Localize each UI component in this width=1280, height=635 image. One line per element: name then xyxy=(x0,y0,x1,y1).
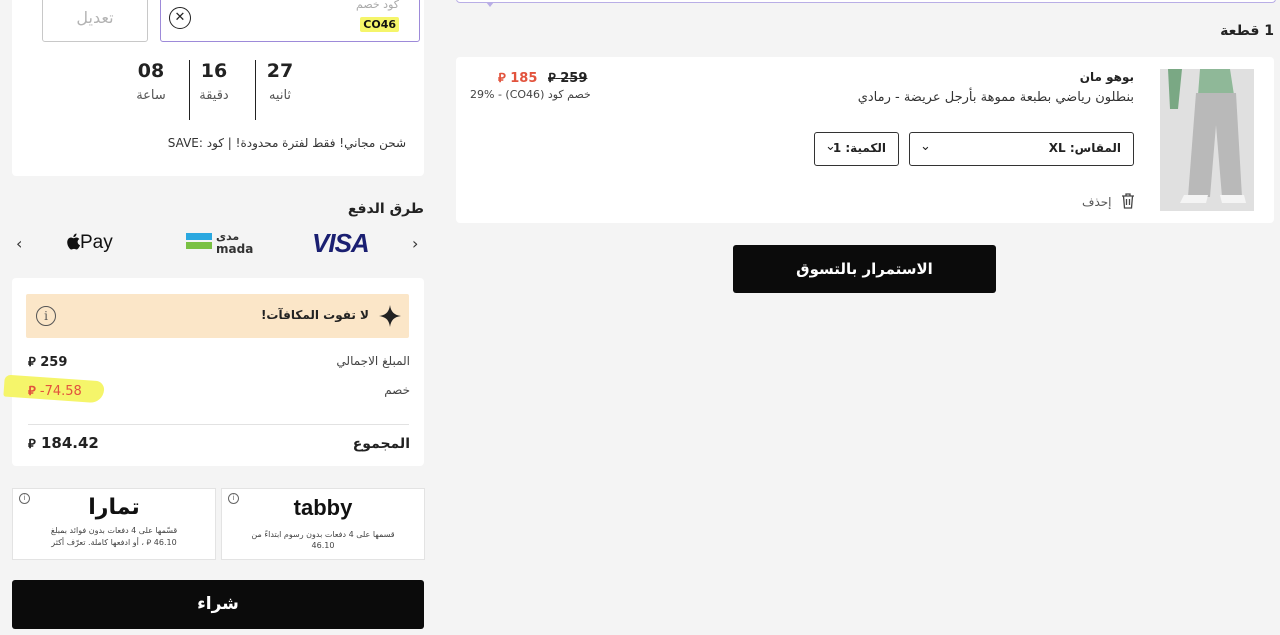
coupon-input[interactable]: كود خصم CO46 ✕ xyxy=(160,0,420,42)
timer-seconds-value: 27 xyxy=(266,60,294,82)
timer-seconds-unit: ثانيه xyxy=(268,88,292,103)
tabby-desc-line2: 46.10 xyxy=(311,541,335,550)
tamara-box[interactable]: i تمارا قسّمها على 4 دفعات بدون فوائد بم… xyxy=(12,488,216,560)
timer-seconds: 27 ثانيه xyxy=(250,60,310,103)
currency-icon: ⃁ xyxy=(498,71,506,86)
chevron-down-icon: ⌄ xyxy=(825,139,836,154)
product-image[interactable] xyxy=(1160,69,1254,211)
coupon-label: كود خصم xyxy=(356,0,399,11)
product-name[interactable]: بنطلون رياضي بطبعة مموهة بأرجل عريضة - ر… xyxy=(858,90,1134,105)
original-price-amount: 259 xyxy=(560,71,588,86)
order-summary-card: لا تفوت المكافآت! i المبلغ الاجمالي ⃁ 25… xyxy=(3,278,424,466)
tamara-desc-line1: قسّمها على 4 دفعات بدون فوائد بمبلغ xyxy=(50,526,178,535)
sparkle-icon xyxy=(379,305,401,327)
total-value: ⃁ 184.42 xyxy=(28,434,99,452)
timer-hours: 08 ساعة xyxy=(121,60,181,103)
sale-price: ⃁ 185 xyxy=(498,69,537,86)
tabby-box[interactable]: i tabby قسمها على 4 دفعات بدون رسوم ابتد… xyxy=(221,488,425,560)
clear-coupon-icon[interactable]: ✕ xyxy=(169,7,191,29)
apple-icon xyxy=(67,233,80,250)
discount-amount: -74.58 xyxy=(39,384,82,399)
chevron-left-icon[interactable]: ‹ xyxy=(16,234,22,253)
timer-minutes-unit: دقيقة xyxy=(199,88,229,103)
product-photo xyxy=(1160,69,1254,211)
top-panel-edge xyxy=(456,0,1276,3)
currency-icon: ⃁ xyxy=(548,71,556,86)
timer-minutes: 16 دقيقة xyxy=(184,60,244,103)
cart-item-card: بوهو مان بنطلون رياضي بطبعة مموهة بأرجل … xyxy=(456,57,1274,223)
mada-latin: mada xyxy=(216,242,254,256)
delete-label: إحذف xyxy=(1082,195,1112,209)
subtotal-label: المبلغ الاجمالي xyxy=(336,354,410,368)
apple-pay-label: Pay xyxy=(80,232,113,253)
mada-bar-blue xyxy=(186,233,212,240)
coupon-code: CO46 xyxy=(360,17,399,32)
chevron-down-icon: ⌄ xyxy=(920,139,931,154)
size-select-label: المقاس: XL xyxy=(1048,141,1121,155)
timer-minutes-value: 16 xyxy=(200,60,228,82)
tamara-logo: تمارا xyxy=(88,495,140,520)
product-brand: بوهو مان xyxy=(1079,70,1134,84)
subtotal-value: ⃁ 259 xyxy=(28,353,67,370)
timer-divider xyxy=(255,60,256,120)
coupon-discount-note: خصم كود (CO46) - 29% xyxy=(470,88,591,101)
info-icon[interactable]: i xyxy=(36,306,56,326)
currency-icon: ⃁ xyxy=(28,384,36,399)
trash-icon xyxy=(1122,193,1135,209)
quantity-select-label: الكمية: 1 xyxy=(832,141,886,155)
currency-icon: ⃁ xyxy=(28,437,36,452)
summary-divider xyxy=(28,424,409,425)
currency-icon: ⃁ xyxy=(28,355,36,370)
quantity-select[interactable]: الكمية: 1 ⌄ xyxy=(814,132,899,166)
mada-bar-green xyxy=(186,242,212,249)
timer-divider xyxy=(189,60,190,120)
original-price: ⃁ 259 xyxy=(548,69,587,86)
delete-item-button[interactable]: إحذف xyxy=(1082,193,1135,209)
tabby-logo: tabby xyxy=(293,495,353,520)
continue-shopping-button[interactable]: الاستمرار بالتسوق xyxy=(733,245,996,293)
total-label: المجموع xyxy=(352,436,410,452)
rewards-banner[interactable]: لا تفوت المكافآت! i xyxy=(26,294,409,338)
timer-hours-value: 08 xyxy=(137,60,165,82)
buy-button[interactable]: شراء xyxy=(12,580,424,629)
coupon-timer-card: كود خصم CO46 ✕ تعديل 27 ثانيه 16 دقيقة 0… xyxy=(12,0,424,176)
payment-methods-title: طرق الدفع xyxy=(347,201,424,217)
promo-text: شحن مجاني! فقط لفترة محدودة! | كود :SAVE xyxy=(167,136,406,150)
item-count: 1 قطعة xyxy=(1220,23,1274,39)
total-amount: 184.42 xyxy=(40,434,99,452)
visa-logo: VISA xyxy=(312,228,370,258)
subtotal-amount: 259 xyxy=(40,355,68,370)
sale-price-amount: 185 xyxy=(510,71,538,86)
timer-hours-unit: ساعة xyxy=(136,88,166,103)
tamara-desc-line2: 46.10 ⃁ ، أو ادفعها كاملة. تعرّف أكثر xyxy=(51,538,177,547)
discount-label: خصم xyxy=(384,383,410,397)
top-panel-pointer xyxy=(486,2,494,7)
apple-pay-logo: Pay xyxy=(66,232,113,254)
edit-coupon-button[interactable]: تعديل xyxy=(42,0,148,42)
rewards-text: لا تفوت المكافآت! xyxy=(260,308,369,322)
discount-value: ⃁ -74.58 xyxy=(28,382,82,399)
mada-logo: مدى mada xyxy=(186,230,254,257)
size-select[interactable]: المقاس: XL ⌄ xyxy=(909,132,1134,166)
chevron-right-icon[interactable]: › xyxy=(412,234,418,253)
